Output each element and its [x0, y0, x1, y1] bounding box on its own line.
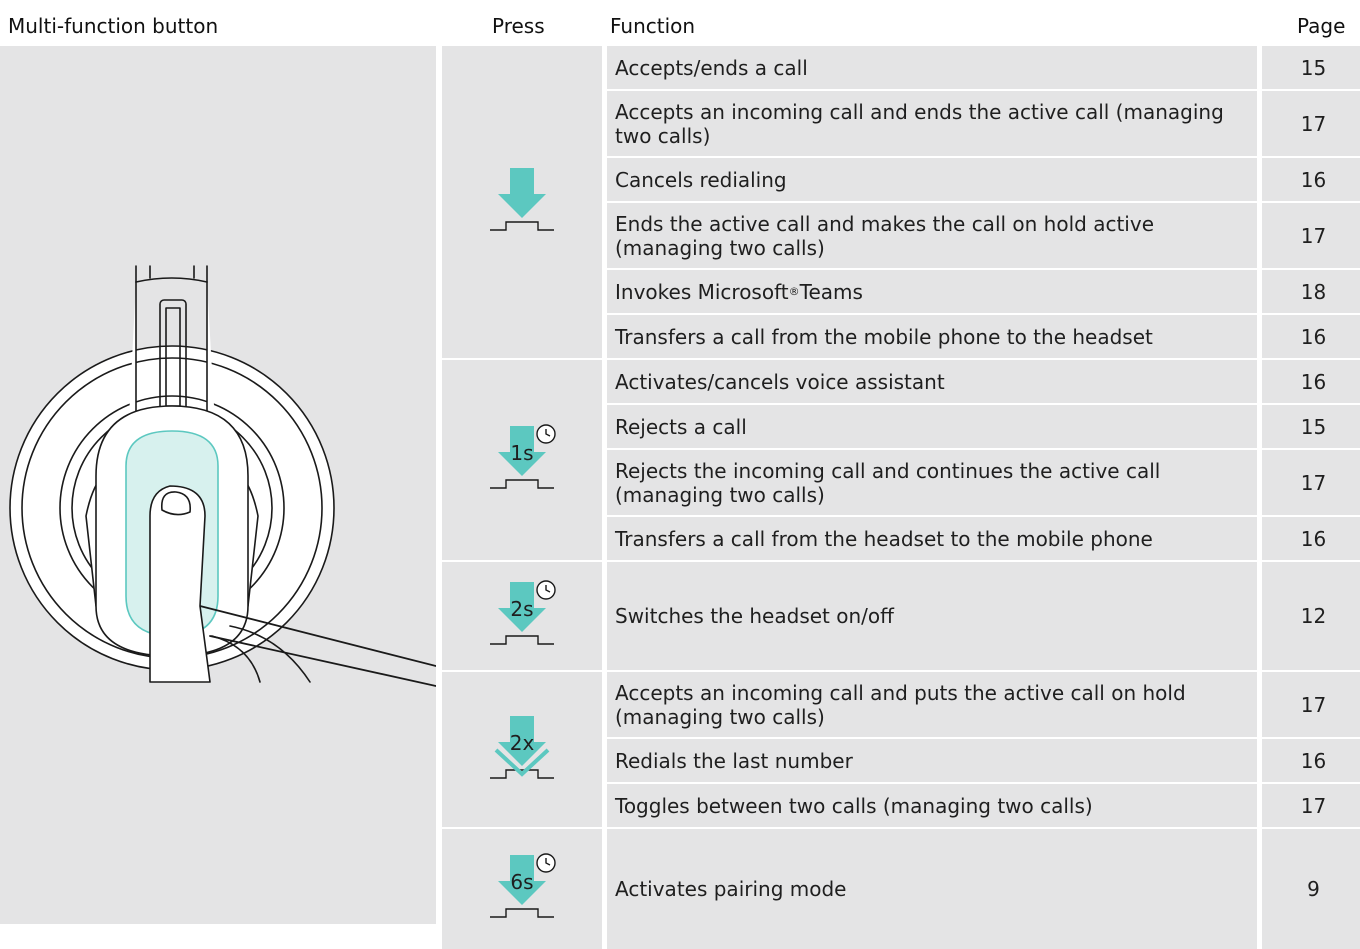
press-hold-arrow-icon: 1s — [490, 424, 556, 489]
press-arrow-icon — [490, 168, 554, 231]
press-action-cell — [442, 46, 602, 358]
press-duration-label: 2s — [510, 597, 533, 621]
press-duration-label: 2x — [510, 731, 535, 755]
page-number-cell: 17 — [1262, 450, 1360, 515]
finger-pressing-button-icon — [9, 265, 437, 687]
press-hold-arrow-icon: 2s — [490, 580, 556, 645]
page-number-cell: 17 — [1262, 672, 1360, 737]
function-cell: Accepts an incoming call and puts the ac… — [607, 672, 1257, 737]
press-action-cell: 2s — [442, 562, 602, 670]
function-cell: Cancels redialing — [607, 158, 1257, 201]
page-number-cell: 15 — [1262, 405, 1360, 448]
function-cell: Rejects a call — [607, 405, 1257, 448]
function-cell: Activates/cancels voice assistant — [607, 360, 1257, 403]
page-number-cell: 16 — [1262, 360, 1360, 403]
section-title: Multi-function button — [8, 14, 219, 38]
press-action-cell: 6s — [442, 829, 602, 949]
function-cell: Accepts an incoming call and ends the ac… — [607, 91, 1257, 156]
press-hold-arrow-icon: 6s — [490, 853, 556, 918]
page-number-cell: 17 — [1262, 203, 1360, 268]
function-cell: Rejects the incoming call and continues … — [607, 450, 1257, 515]
page-number-cell: 9 — [1262, 829, 1360, 949]
function-cell: Redials the last number — [607, 739, 1257, 782]
function-cell: Ends the active call and makes the call … — [607, 203, 1257, 268]
function-cell: Toggles between two calls (managing two … — [607, 784, 1257, 827]
page-number-cell: 17 — [1262, 784, 1360, 827]
press-duration-label: 1s — [510, 441, 533, 465]
press-action-cell: 2x — [442, 672, 602, 827]
page-number-cell: 18 — [1262, 270, 1360, 313]
page-number-cell: 12 — [1262, 562, 1360, 670]
headset-button-illustration — [0, 46, 437, 924]
column-header-page: Page — [1297, 14, 1346, 38]
page-number-cell: 15 — [1262, 46, 1360, 89]
press-action-cell: 1s — [442, 360, 602, 560]
column-header-press: Press — [492, 14, 545, 38]
double-press-arrow-icon: 2x — [490, 715, 554, 779]
function-cell: Transfers a call from the mobile phone t… — [607, 315, 1257, 358]
page-number-cell: 17 — [1262, 91, 1360, 156]
function-cell: Transfers a call from the headset to the… — [607, 517, 1257, 560]
page-number-cell: 16 — [1262, 739, 1360, 782]
page-number-cell: 16 — [1262, 517, 1360, 560]
column-header-function: Function — [610, 14, 696, 38]
page-number-cell: 16 — [1262, 158, 1360, 201]
function-cell: Switches the headset on/off — [607, 562, 1257, 670]
press-duration-label: 6s — [510, 870, 533, 894]
function-cell: Activates pairing mode — [607, 829, 1257, 949]
page-number-cell: 16 — [1262, 315, 1360, 358]
function-cell: Invokes Microsoft ® Teams — [607, 270, 1257, 313]
function-table: Accepts/ends a call 15 Accepts an incoming… — [442, 46, 1360, 949]
function-cell: Accepts/ends a call — [607, 46, 1257, 89]
